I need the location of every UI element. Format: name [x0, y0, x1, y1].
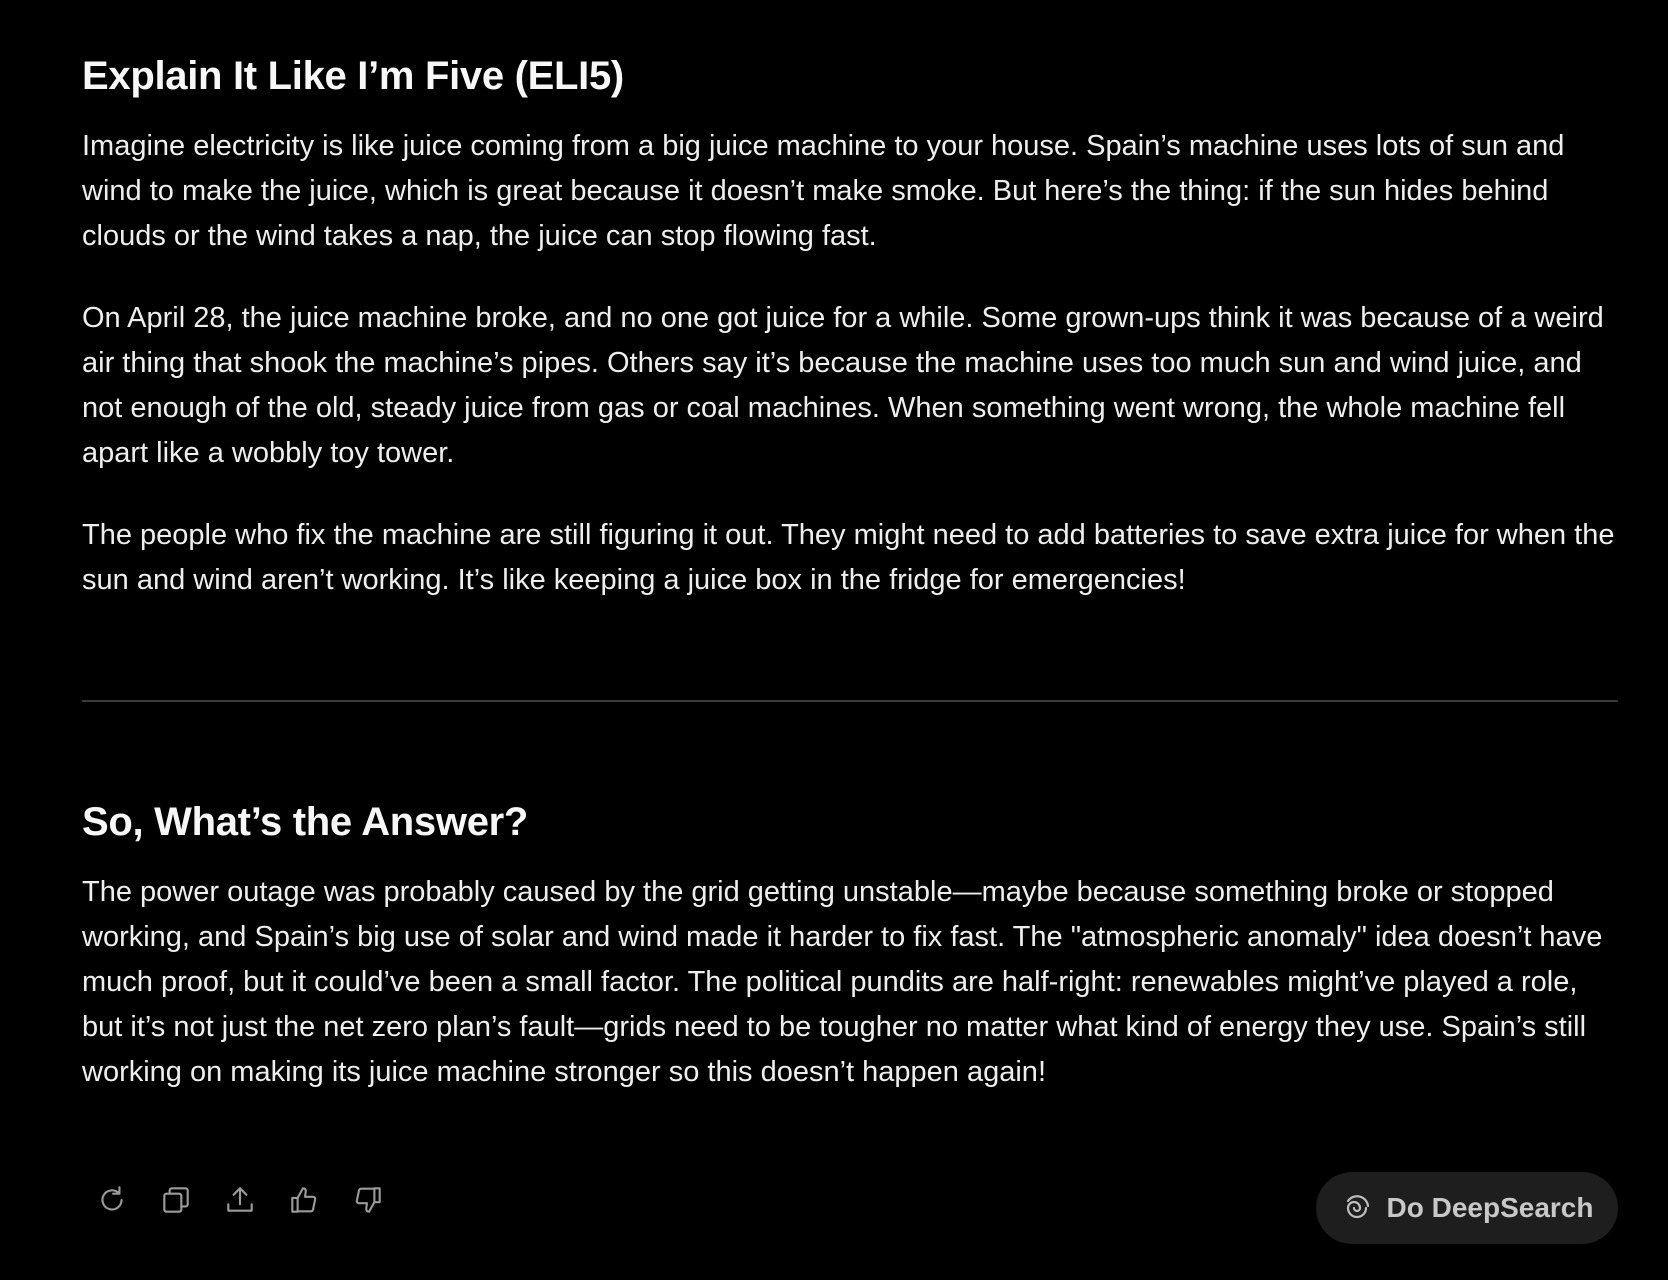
share-button[interactable] [218, 1178, 262, 1222]
regenerate-button[interactable] [90, 1178, 134, 1222]
copy-icon [163, 1187, 189, 1213]
eli5-paragraph-1: Imagine electricity is like juice coming… [82, 130, 1565, 252]
response-page: Explain It Like I’m Five (ELI5) Imagine … [0, 0, 1668, 1280]
thumbs-up-button[interactable] [282, 1178, 326, 1222]
answer-heading: So, What’s the Answer? [82, 800, 529, 844]
copy-button[interactable] [154, 1178, 198, 1222]
share-icon [227, 1187, 253, 1212]
answer-paragraph: The power outage was probably caused by … [82, 876, 1603, 1088]
thumbs-down-icon [355, 1187, 381, 1213]
eli5-paragraph-2: On April 28, the juice machine broke, an… [82, 302, 1604, 469]
deepsearch-icon [1346, 1195, 1369, 1219]
eli5-paragraph-3: The people who fix the machine are still… [82, 519, 1615, 596]
response-actions [90, 1178, 390, 1222]
deepsearch-label: Do DeepSearch [1386, 1192, 1594, 1223]
section-divider [82, 700, 1618, 702]
eli5-section: Explain It Like I’m Five (ELI5) Imagine … [82, 48, 1622, 603]
eli5-heading: Explain It Like I’m Five (ELI5) [82, 54, 624, 98]
thumbs-up-icon [291, 1187, 317, 1213]
answer-section: So, What’s the Answer? The power outage … [82, 794, 1622, 1095]
deepsearch-button[interactable]: Do DeepSearch [1316, 1172, 1618, 1244]
thumbs-down-button[interactable] [346, 1178, 390, 1222]
regenerate-icon [101, 1186, 123, 1211]
